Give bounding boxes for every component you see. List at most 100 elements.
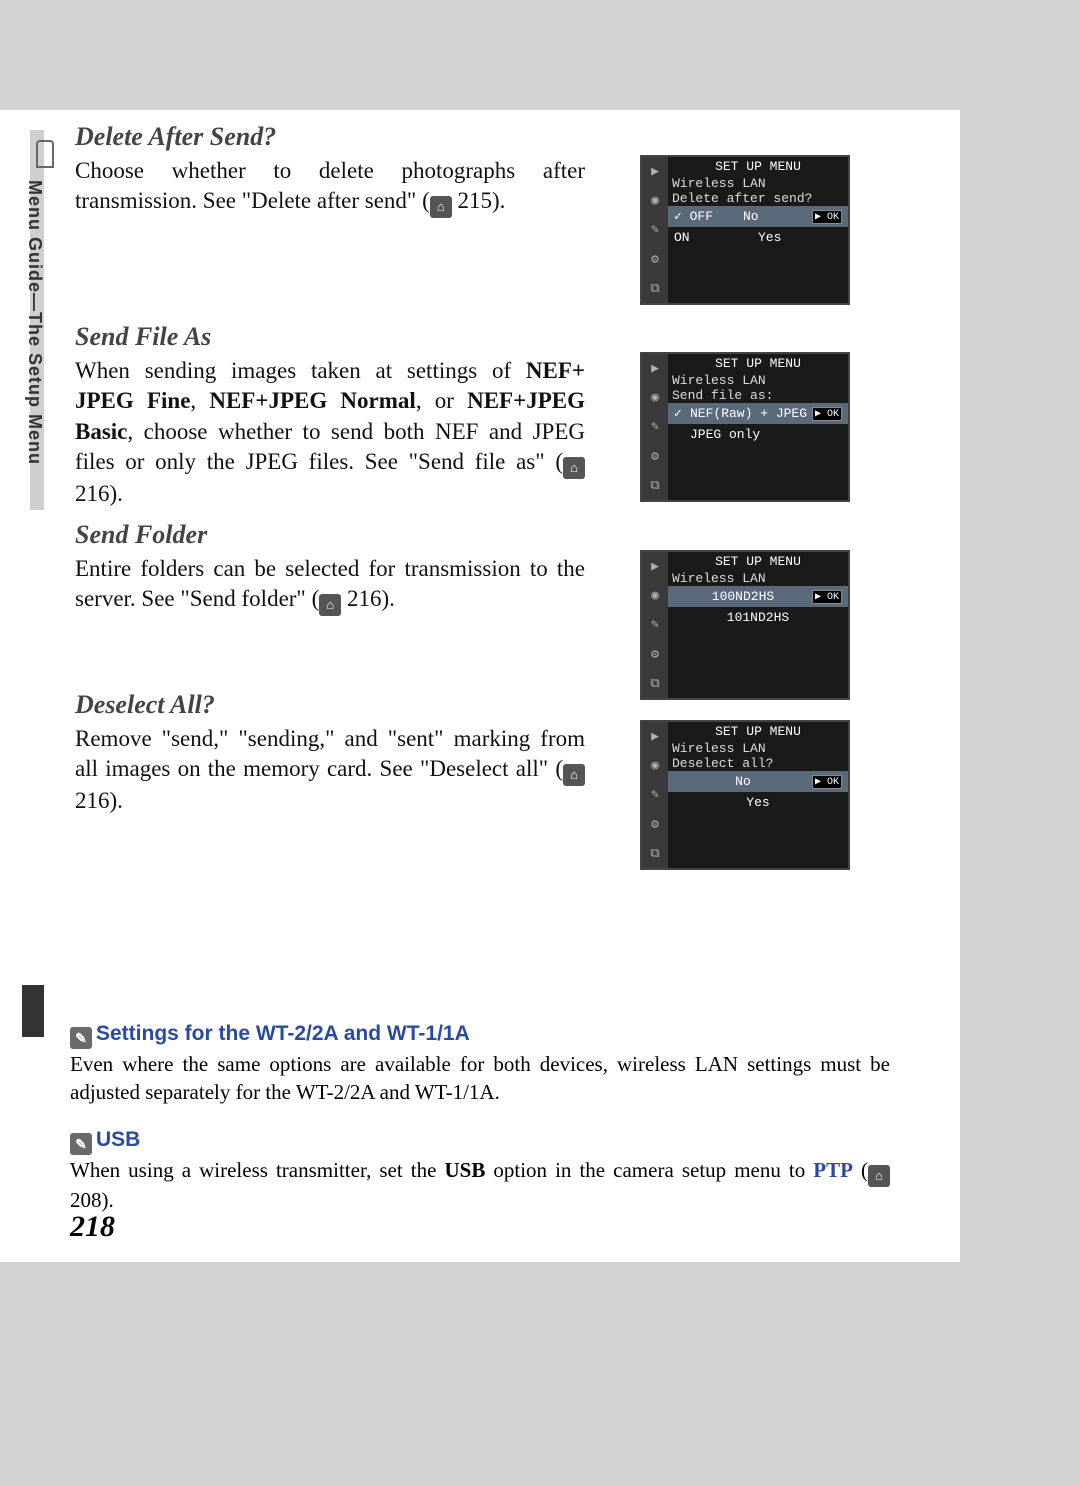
camera-icon: ◉ bbox=[651, 193, 659, 208]
cam-side-icons: ▶ ◉ ✎ ⚙ ⧉ bbox=[642, 722, 668, 868]
play-icon: ▶ bbox=[651, 729, 659, 744]
play-icon: ▶ bbox=[651, 559, 659, 574]
cam-prompt: Send file as: bbox=[668, 388, 848, 403]
card-icon: ⧉ bbox=[650, 846, 659, 861]
t: When using a wireless transmitter, set t… bbox=[70, 1158, 444, 1182]
cam-sub: Wireless LAN bbox=[668, 741, 848, 756]
note-title: USB bbox=[96, 1128, 140, 1151]
manual-page: Menu Guide—The Setup Menu Delete After S… bbox=[0, 0, 1080, 1486]
page-ref-icon bbox=[868, 1165, 890, 1187]
cam-side-icons: ▶ ◉ ✎ ⚙ ⧉ bbox=[642, 354, 668, 500]
camera-menu-deselect-all: ▶ ◉ ✎ ⚙ ⧉ SET UP MENU Wireless LAN Desel… bbox=[640, 720, 850, 870]
cam-sub: Wireless LAN bbox=[668, 373, 848, 388]
body-text: Choose whether to delete photographs aft… bbox=[75, 158, 585, 213]
opt-label: Yes bbox=[758, 230, 842, 245]
section-title: Deselect All? bbox=[75, 690, 585, 720]
cam-option-no: No OK bbox=[668, 771, 848, 792]
note-heading-usb: ✎USB bbox=[70, 1128, 890, 1155]
pencil-icon: ✎ bbox=[651, 787, 659, 802]
section-title: Delete After Send? bbox=[75, 122, 585, 152]
body-text: Remove "send," "sending," and "sent" mar… bbox=[75, 726, 585, 781]
t: , choose whether to send both NEF and JP… bbox=[75, 419, 585, 474]
note-title: Settings for the WT-2/2A and WT-1/1A bbox=[96, 1022, 470, 1045]
page-ref-icon bbox=[563, 457, 585, 479]
cam-option-yes: ON Yes bbox=[668, 227, 848, 248]
pencil-icon: ✎ bbox=[651, 617, 659, 632]
note-heading-settings: ✎Settings for the WT-2/2A and WT-1/1A bbox=[70, 1022, 890, 1049]
cam-sub: Wireless LAN bbox=[668, 176, 848, 191]
page-ref-icon bbox=[319, 594, 341, 616]
section-body: Choose whether to delete photographs aft… bbox=[75, 156, 585, 218]
note-body: When using a wireless transmitter, set t… bbox=[70, 1157, 890, 1215]
setup-menu-icon bbox=[36, 140, 54, 168]
notes-block: ✎Settings for the WT-2/2A and WT-1/1A Ev… bbox=[70, 1022, 890, 1237]
page-ref-icon bbox=[563, 764, 585, 786]
top-margin bbox=[0, 0, 1080, 110]
body-ref: 216). bbox=[75, 481, 123, 506]
card-icon: ⧉ bbox=[650, 676, 659, 691]
camera-menu-send-file-as: ▶ ◉ ✎ ⚙ ⧉ SET UP MENU Wireless LAN Send … bbox=[640, 352, 850, 502]
camera-menu-send-folder: ▶ ◉ ✎ ⚙ ⧉ SET UP MENU Wireless LAN 100ND… bbox=[640, 550, 850, 700]
card-icon: ⧉ bbox=[650, 478, 659, 493]
cam-option-no: ✓ OFF No OK bbox=[668, 206, 848, 227]
t: When sending images taken at settings of bbox=[75, 358, 526, 383]
t: option in the camera setup menu to bbox=[485, 1158, 813, 1182]
note-icon: ✎ bbox=[70, 1133, 92, 1155]
opt-label: 100ND2HS bbox=[674, 589, 812, 604]
cam-option-nef-jpeg: ✓ NEF(Raw) + JPEG OK bbox=[668, 403, 848, 424]
t-b: USB bbox=[444, 1158, 485, 1182]
opt-label: 101ND2HS bbox=[674, 610, 842, 625]
section-send-file-as: Send File As When sending images taken a… bbox=[75, 322, 585, 509]
body-ref: 216). bbox=[341, 586, 395, 611]
setup-icon: ⚙ bbox=[651, 449, 659, 464]
cam-option-jpeg-only: JPEG only bbox=[668, 424, 848, 445]
camera-icon: ◉ bbox=[651, 758, 659, 773]
setup-icon: ⚙ bbox=[651, 252, 659, 267]
play-icon: ▶ bbox=[651, 164, 659, 179]
camera-menu-delete-after-send: ▶ ◉ ✎ ⚙ ⧉ SET UP MENU Wireless LAN Delet… bbox=[640, 155, 850, 305]
t: , or bbox=[416, 388, 467, 413]
cam-main: SET UP MENU Wireless LAN Delete after se… bbox=[668, 157, 848, 303]
section-body: Remove "send," "sending," and "sent" mar… bbox=[75, 724, 585, 817]
pencil-icon: ✎ bbox=[651, 222, 659, 237]
camera-icon: ◉ bbox=[651, 588, 659, 603]
cam-option-folder2: 101ND2HS bbox=[668, 607, 848, 628]
opt-label: No bbox=[674, 774, 812, 789]
t: , bbox=[190, 388, 209, 413]
pencil-icon: ✎ bbox=[651, 419, 659, 434]
cam-sub: Wireless LAN bbox=[668, 571, 848, 586]
opt-label: NEF(Raw) + JPEG bbox=[690, 406, 812, 421]
page-number: 218 bbox=[70, 1210, 115, 1244]
camera-icon: ◉ bbox=[651, 390, 659, 405]
body-ref: 208). bbox=[70, 1188, 114, 1212]
cam-option-yes: Yes bbox=[668, 792, 848, 813]
cam-header: SET UP MENU bbox=[668, 722, 848, 741]
opt-pre: ON bbox=[674, 230, 758, 245]
play-icon: ▶ bbox=[651, 361, 659, 376]
card-icon: ⧉ bbox=[650, 281, 659, 296]
cam-prompt: Deselect all? bbox=[668, 756, 848, 771]
ok-indicator: OK bbox=[812, 775, 842, 789]
section-title: Send Folder bbox=[75, 520, 585, 550]
body-ref: 215). bbox=[452, 188, 506, 213]
section-send-folder: Send Folder Entire folders can be select… bbox=[75, 520, 585, 616]
ok-indicator: OK bbox=[812, 407, 842, 421]
cam-side-icons: ▶ ◉ ✎ ⚙ ⧉ bbox=[642, 157, 668, 303]
right-margin bbox=[960, 0, 1080, 1262]
cam-side-icons: ▶ ◉ ✎ ⚙ ⧉ bbox=[642, 552, 668, 698]
cam-header: SET UP MENU bbox=[668, 552, 848, 571]
cam-header: SET UP MENU bbox=[668, 157, 848, 176]
t: ( bbox=[853, 1158, 868, 1182]
note-icon: ✎ bbox=[70, 1027, 92, 1049]
opt-label: Yes bbox=[674, 795, 842, 810]
ok-indicator: OK bbox=[812, 210, 842, 224]
sidebar-label: Menu Guide—The Setup Menu bbox=[24, 180, 45, 465]
section-delete-after-send: Delete After Send? Choose whether to del… bbox=[75, 122, 585, 218]
cam-main: SET UP MENU Wireless LAN Deselect all? N… bbox=[668, 722, 848, 868]
page-ref-icon bbox=[430, 196, 452, 218]
opt-label: JPEG only bbox=[690, 427, 842, 442]
t-b: NEF+JPEG Normal bbox=[209, 388, 415, 413]
section-deselect-all: Deselect All? Remove "send," "sending," … bbox=[75, 690, 585, 817]
ok-indicator: OK bbox=[812, 590, 842, 604]
setup-icon: ⚙ bbox=[651, 647, 659, 662]
